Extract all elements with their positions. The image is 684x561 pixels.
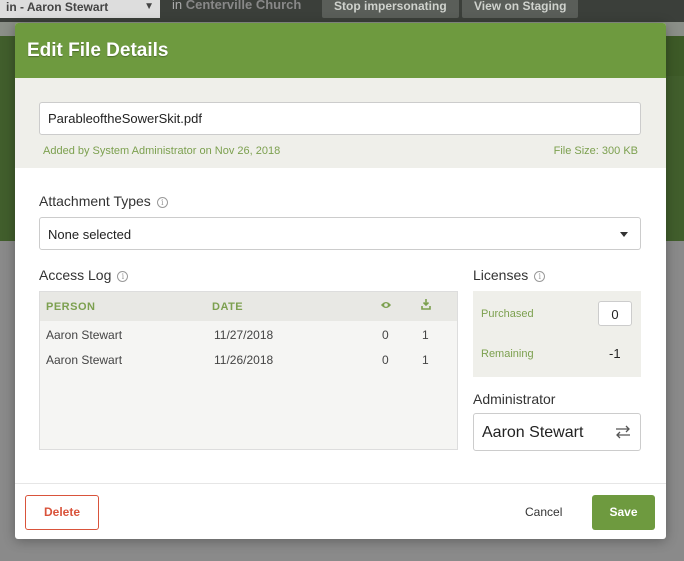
purchased-label: Purchased: [481, 308, 534, 320]
swap-icon[interactable]: [614, 423, 632, 441]
church-name: Centerville Church: [185, 0, 302, 12]
administrator-value: Aaron Stewart: [482, 424, 584, 441]
log-person: Aaron Stewart: [46, 353, 123, 367]
download-icon: [421, 299, 431, 313]
purchased-input[interactable]: 0: [598, 301, 632, 326]
file-section: ParableoftheSowerSkit.pdf Added by Syste…: [15, 78, 666, 168]
log-views: 0: [382, 353, 389, 367]
administrator-label: Administrator: [473, 391, 556, 407]
table-row: Aaron Stewart 11/27/2018 0 1: [40, 321, 457, 346]
file-size-text: File Size: 300 KB: [553, 145, 638, 157]
access-log-label: Access Log i: [39, 267, 129, 283]
eye-icon: [380, 300, 392, 313]
table-row: Aaron Stewart 11/26/2018 0 1: [40, 346, 457, 371]
log-downloads: 1: [422, 328, 429, 342]
file-name-input[interactable]: ParableoftheSowerSkit.pdf: [39, 102, 641, 135]
attachment-types-value: None selected: [48, 227, 132, 242]
attachment-types-label: Attachment Types i: [39, 193, 168, 209]
remaining-label: Remaining: [481, 348, 534, 360]
save-button[interactable]: Save: [592, 495, 655, 530]
edit-file-modal: Edit File Details ParableoftheSowerSkit.…: [15, 23, 666, 539]
attachment-types-select[interactable]: None selected: [39, 217, 641, 250]
impersonation-select-label: in - Aaron Stewart: [6, 0, 109, 14]
modal-footer: Delete Cancel Save: [15, 483, 666, 539]
column-header-person: PERSON: [46, 301, 96, 313]
log-date: 11/27/2018: [214, 328, 274, 342]
delete-button[interactable]: Delete: [25, 495, 99, 530]
caret-down-icon: [620, 232, 628, 237]
impersonation-select[interactable]: in - Aaron Stewart ▼: [0, 0, 160, 18]
column-header-date: DATE: [212, 301, 244, 313]
background-search-area: [666, 36, 684, 76]
church-context: in Centerville Church: [172, 0, 301, 12]
cancel-button[interactable]: Cancel: [525, 495, 562, 530]
access-log-table: PERSON DATE Aaron Stewart 11/27/2018 0 1…: [39, 291, 458, 450]
log-person: Aaron Stewart: [46, 328, 123, 342]
licenses-label: Licenses i: [473, 267, 546, 283]
log-views: 0: [382, 328, 389, 342]
modal-title: Edit File Details: [15, 23, 666, 78]
log-downloads: 1: [422, 353, 429, 367]
remaining-value: -1: [609, 346, 621, 361]
info-icon[interactable]: i: [117, 271, 129, 282]
info-icon[interactable]: i: [156, 197, 168, 208]
log-date: 11/26/2018: [214, 353, 274, 367]
table-header: PERSON DATE: [40, 292, 457, 321]
administrator-picker[interactable]: Aaron Stewart: [473, 413, 641, 451]
added-by-text: Added by System Administrator on Nov 26,…: [43, 145, 281, 157]
stop-impersonating-button[interactable]: Stop impersonating: [322, 0, 459, 18]
app-topbar: in - Aaron Stewart ▼ in Centerville Chur…: [0, 0, 684, 22]
licenses-panel: Purchased 0 Remaining -1: [473, 291, 641, 377]
chevron-down-icon: ▼: [144, 1, 154, 12]
view-on-staging-button[interactable]: View on Staging: [462, 0, 579, 18]
info-icon[interactable]: i: [534, 271, 546, 282]
